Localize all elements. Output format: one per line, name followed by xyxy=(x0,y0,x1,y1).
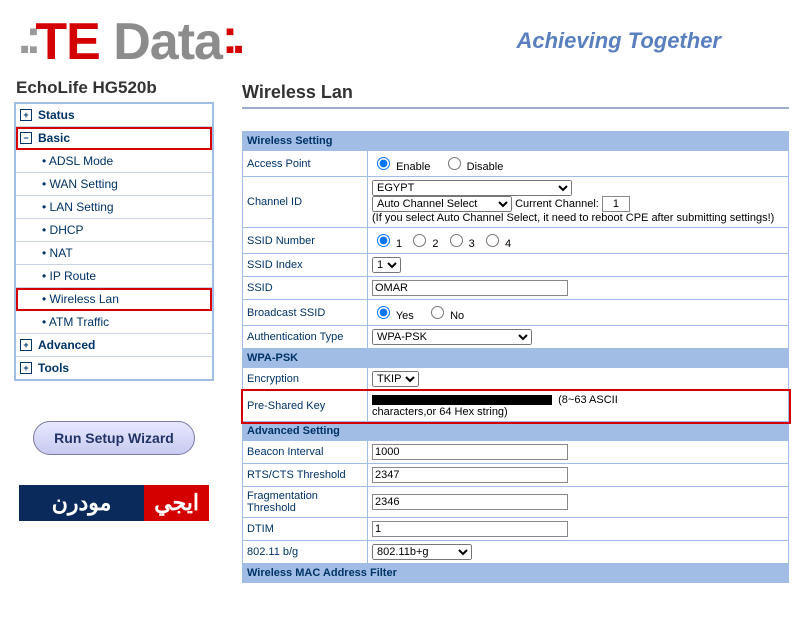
header: .:TE Data:. Achieving Together xyxy=(0,0,799,72)
beacon-input[interactable] xyxy=(372,444,568,460)
nav-wan-setting[interactable]: WAN Setting xyxy=(16,173,212,196)
ap-disable[interactable]: Disable xyxy=(443,161,504,173)
rts-input[interactable] xyxy=(372,467,568,483)
nav-lan-setting[interactable]: LAN Setting xyxy=(16,196,212,219)
row-beacon: Beacon Interval xyxy=(243,441,789,464)
section-wireless-setting: Wireless Setting xyxy=(243,132,789,151)
nav-status[interactable]: + Status xyxy=(16,104,212,127)
row-encryption: Encryption TKIP xyxy=(243,368,789,391)
nav-menu: + Status − Basic ADSL Mode WAN Setting L… xyxy=(14,102,214,381)
page-title: Wireless Lan xyxy=(242,76,789,109)
ssid-index-select[interactable]: 1 xyxy=(372,257,401,273)
dtim-input[interactable] xyxy=(372,521,568,537)
nav-ip-route[interactable]: IP Route xyxy=(16,265,212,288)
frag-input[interactable] xyxy=(372,494,568,510)
current-channel xyxy=(602,196,630,212)
country-select[interactable]: EGYPT xyxy=(372,180,572,196)
psk-masked[interactable] xyxy=(372,395,552,405)
row-frag: Fragmentation Threshold xyxy=(243,487,789,518)
expand-icon: + xyxy=(20,339,32,351)
tagline: Achieving Together xyxy=(516,28,721,54)
ssid-input[interactable] xyxy=(372,280,568,296)
run-setup-wizard-button[interactable]: Run Setup Wizard xyxy=(33,421,195,455)
sidebar: EchoLife HG520b + Status − Basic ADSL Mo… xyxy=(0,72,226,521)
row-ssid-number: SSID Number 1 2 3 4 xyxy=(243,228,789,254)
channel-select[interactable]: Auto Channel Select xyxy=(372,196,512,212)
row-access-point: Access Point Enable Disable xyxy=(243,151,789,177)
auth-type-select[interactable]: WPA-PSK xyxy=(372,329,532,345)
encryption-select[interactable]: TKIP xyxy=(372,371,419,387)
section-mac-filter: Wireless MAC Address Filter xyxy=(243,564,789,583)
row-80211bg: 802.11 b/g 802.11b+g xyxy=(243,541,789,564)
nav-atm-traffic[interactable]: ATM Traffic xyxy=(16,311,212,334)
row-channel-id: Channel ID EGYPT Auto Channel Select Cur… xyxy=(243,177,789,228)
nav-dhcp[interactable]: DHCP xyxy=(16,219,212,242)
section-wpa-psk: WPA-PSK xyxy=(243,349,789,368)
expand-icon: + xyxy=(20,109,32,121)
section-advanced-setting: Advanced Setting xyxy=(243,422,789,441)
nav-wireless-lan[interactable]: Wireless Lan xyxy=(16,288,212,311)
nav-adsl-mode[interactable]: ADSL Mode xyxy=(16,150,212,173)
nav-tools[interactable]: + Tools xyxy=(16,357,212,379)
expand-icon: + xyxy=(20,362,32,374)
nav-nat[interactable]: NAT xyxy=(16,242,212,265)
collapse-icon: − xyxy=(20,132,32,144)
row-ssid: SSID xyxy=(243,277,789,300)
nav-advanced[interactable]: + Advanced xyxy=(16,334,212,357)
row-auth-type: Authentication Type WPA-PSK xyxy=(243,326,789,349)
ap-enable[interactable]: Enable xyxy=(372,161,430,173)
row-ssid-index: SSID Index 1 xyxy=(243,254,789,277)
bg-select[interactable]: 802.11b+g xyxy=(372,544,472,560)
main-content: Wireless Lan Wireless Setting Access Poi… xyxy=(226,72,799,583)
nav-basic[interactable]: − Basic xyxy=(16,127,212,150)
logo: .:TE Data:. xyxy=(18,10,239,72)
row-pre-shared-key: Pre-Shared Key (8~63 ASCII characters,or… xyxy=(243,391,789,422)
row-dtim: DTIM xyxy=(243,518,789,541)
arabic-banner: ايجي مودرن xyxy=(19,485,209,521)
row-broadcast-ssid: Broadcast SSID Yes No xyxy=(243,300,789,326)
device-name: EchoLife HG520b xyxy=(14,72,214,102)
config-table: Wireless Setting Access Point Enable Dis… xyxy=(242,131,789,583)
row-rts: RTS/CTS Threshold xyxy=(243,464,789,487)
